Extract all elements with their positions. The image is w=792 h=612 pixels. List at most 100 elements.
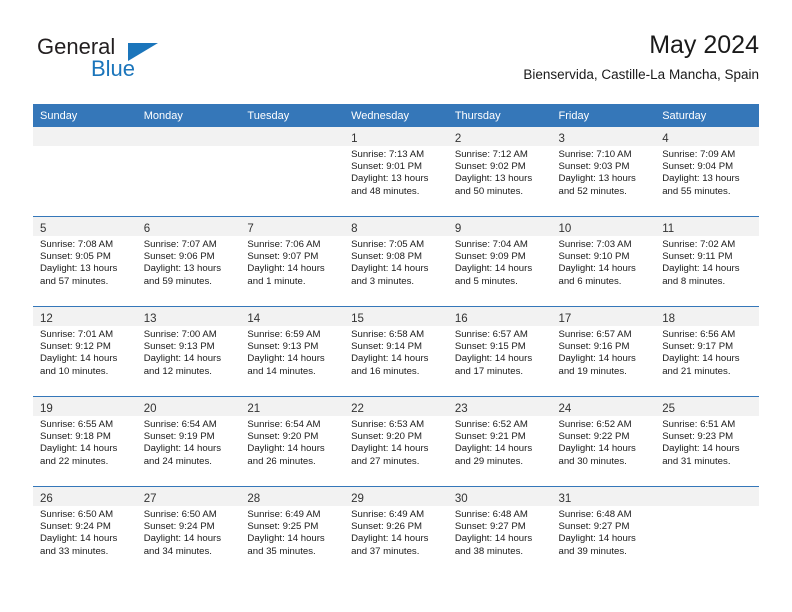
calendar-day-cell[interactable]: 9 Sunrise: 7:04 AM Sunset: 9:09 PM Daylight… <box>447 216 552 307</box>
calendar-day-cell[interactable]: 24 Sunrise: 6:52 AM Sunset: 9:22 PM Dayligh… <box>551 396 656 487</box>
calendar-day-cell[interactable]: 8 Sunrise: 7:05 AM Sunset: 9:08 PM Daylight… <box>344 216 448 307</box>
calendar-day-cell[interactable]: 20 Sunrise: 6:54 AM Sunset: 9:19 PM Dayligh… <box>136 396 241 487</box>
calendar-day-cell[interactable]: 1 Sunrise: 7:13 AM Sunset: 9:01 PM Daylight… <box>344 127 448 217</box>
day-cell-inner: 20 Sunrise: 6:54 AM Sunset: 9:19 PM Dayligh… <box>136 397 241 486</box>
calendar-day-cell[interactable]: 17 Sunrise: 6:57 AM Sunset: 9:16 PM Dayligh… <box>551 306 656 397</box>
calendar-day-cell[interactable]: 29 Sunrise: 6:49 AM Sunset: 9:26 PM Dayligh… <box>344 486 448 576</box>
day-cell-inner: 12 Sunrise: 7:01 AM Sunset: 9:12 PM Dayligh… <box>33 307 137 396</box>
daylight-text-line2: and 1 minute. <box>247 275 306 287</box>
calendar-week-row: 26 Sunrise: 6:50 AM Sunset: 9:24 PM Dayligh… <box>33 486 759 576</box>
daylight-text-line1: Daylight: 13 hours <box>558 173 636 185</box>
day-cell-inner: 3 Sunrise: 7:10 AM Sunset: 9:03 PM Daylight… <box>551 127 656 216</box>
daylight-text-line2: and 30 minutes. <box>558 455 627 467</box>
daylight-text-line1: Daylight: 14 hours <box>247 443 325 455</box>
day-cell-inner: 27 Sunrise: 6:50 AM Sunset: 9:24 PM Dayligh… <box>136 487 241 576</box>
calendar-day-cell[interactable]: 23 Sunrise: 6:52 AM Sunset: 9:21 PM Dayligh… <box>447 396 552 487</box>
day-number: 19 <box>40 403 53 415</box>
day-cell-inner <box>240 127 345 216</box>
sunset-text: Sunset: 9:07 PM <box>247 251 319 263</box>
day-number-band: 20 <box>136 397 241 416</box>
day-number-band: 16 <box>447 307 552 326</box>
calendar-day-cell[interactable]: 31 Sunrise: 6:48 AM Sunset: 9:27 PM Dayligh… <box>551 486 656 576</box>
sunrise-text: Sunrise: 7:09 AM <box>662 149 736 160</box>
sunset-text: Sunset: 9:09 PM <box>454 251 526 263</box>
daylight-text-line1: Daylight: 14 hours <box>40 353 118 365</box>
daylight-text-line1: Daylight: 14 hours <box>143 353 222 365</box>
day-number-band: 18 <box>655 307 759 326</box>
calendar-day-cell[interactable]: 2 Sunrise: 7:12 AM Sunset: 9:02 PM Daylight… <box>447 127 552 217</box>
generalblue-logo[interactable]: General Blue <box>33 34 253 90</box>
day-cell-inner: 16 Sunrise: 6:57 AM Sunset: 9:15 PM Dayligh… <box>447 307 552 396</box>
calendar-day-cell[interactable]: 6 Sunrise: 7:07 AM Sunset: 9:06 PM Daylight… <box>136 216 241 307</box>
sunrise-text: Sunrise: 6:55 AM <box>40 419 114 430</box>
sunrise-text: Sunrise: 6:49 AM <box>351 509 425 520</box>
day-number-band: 14 <box>240 307 345 326</box>
calendar-day-cell[interactable]: 28 Sunrise: 6:49 AM Sunset: 9:25 PM Dayligh… <box>240 486 345 576</box>
calendar-day-cell[interactable]: 16 Sunrise: 6:57 AM Sunset: 9:15 PM Dayligh… <box>447 306 552 397</box>
calendar-day-cell[interactable]: 25 Sunrise: 6:51 AM Sunset: 9:23 PM Dayligh… <box>655 396 759 487</box>
day-number: 20 <box>143 403 157 415</box>
daylight-text-line2: and 26 minutes. <box>247 455 316 467</box>
day-number-band: 24 <box>551 397 656 416</box>
sunrise-text: Sunrise: 6:50 AM <box>40 509 114 520</box>
daylight-text-line1: Daylight: 14 hours <box>454 263 533 275</box>
daylight-text-line2: and 17 minutes. <box>454 365 524 377</box>
calendar-day-cell[interactable]: 27 Sunrise: 6:50 AM Sunset: 9:24 PM Dayligh… <box>136 486 241 576</box>
daylight-text-line2: and 27 minutes. <box>351 455 420 467</box>
day-number-band: 5 <box>33 217 137 236</box>
calendar-day-cell[interactable]: 21 Sunrise: 6:54 AM Sunset: 9:20 PM Dayligh… <box>240 396 345 487</box>
calendar-day-cell <box>655 486 759 576</box>
day-number-band: 12 <box>33 307 137 326</box>
day-cell-inner: 6 Sunrise: 7:07 AM Sunset: 9:06 PM Daylight… <box>136 217 241 306</box>
calendar-day-cell[interactable]: 14 Sunrise: 6:59 AM Sunset: 9:13 PM Dayligh… <box>240 306 345 397</box>
sunset-text: Sunset: 9:11 PM <box>662 251 733 263</box>
calendar-day-cell[interactable]: 15 Sunrise: 6:58 AM Sunset: 9:14 PM Dayligh… <box>344 306 448 397</box>
day-number-band: 27 <box>136 487 241 506</box>
day-number-band: 13 <box>136 307 241 326</box>
day-details: Sunrise: 6:56 AM Sunset: 9:17 PM Daylight:… <box>655 326 759 378</box>
daylight-text-line1: Daylight: 14 hours <box>662 263 740 275</box>
sunset-text: Sunset: 9:27 PM <box>454 521 526 533</box>
day-cell-inner: 26 Sunrise: 6:50 AM Sunset: 9:24 PM Dayligh… <box>33 487 137 576</box>
calendar-day-cell[interactable]: 26 Sunrise: 6:50 AM Sunset: 9:24 PM Dayligh… <box>33 486 137 576</box>
sunset-text: Sunset: 9:10 PM <box>558 251 630 263</box>
sunrise-text: Sunrise: 6:57 AM <box>558 329 632 340</box>
day-number: 10 <box>558 223 572 235</box>
calendar-day-cell[interactable]: 5 Sunrise: 7:08 AM Sunset: 9:05 PM Daylight… <box>33 216 137 307</box>
calendar-day-cell[interactable]: 4 Sunrise: 7:09 AM Sunset: 9:04 PM Daylight… <box>655 127 759 217</box>
daylight-text-line1: Daylight: 14 hours <box>662 443 740 455</box>
sunset-text: Sunset: 9:12 PM <box>40 341 111 353</box>
sunrise-text: Sunrise: 7:04 AM <box>454 239 528 250</box>
day-number: 18 <box>662 313 676 325</box>
page-header: General Blue May 2024 Bienservida, Casti… <box>33 30 759 96</box>
calendar-week-row: 12 Sunrise: 7:01 AM Sunset: 9:12 PM Dayligh… <box>33 306 759 397</box>
calendar-day-cell[interactable]: 3 Sunrise: 7:10 AM Sunset: 9:03 PM Daylight… <box>551 127 656 217</box>
sunset-text: Sunset: 9:01 PM <box>351 161 423 173</box>
calendar-day-cell[interactable]: 19 Sunrise: 6:55 AM Sunset: 9:18 PM Dayligh… <box>33 396 137 487</box>
calendar-day-cell[interactable]: 11 Sunrise: 7:02 AM Sunset: 9:11 PM Dayligh… <box>655 216 759 307</box>
day-number: 24 <box>558 403 572 415</box>
daylight-text-line1: Daylight: 14 hours <box>351 263 429 275</box>
calendar-day-cell[interactable]: 22 Sunrise: 6:53 AM Sunset: 9:20 PM Dayligh… <box>344 396 448 487</box>
calendar-day-cell[interactable]: 10 Sunrise: 7:03 AM Sunset: 9:10 PM Dayligh… <box>551 216 656 307</box>
calendar-day-cell[interactable]: 7 Sunrise: 7:06 AM Sunset: 9:07 PM Daylight… <box>240 216 345 307</box>
sunrise-text: Sunrise: 7:10 AM <box>558 149 632 160</box>
sunrise-text: Sunrise: 6:50 AM <box>143 509 217 520</box>
weekday-header-friday: Friday <box>551 104 656 127</box>
calendar-day-cell[interactable]: 12 Sunrise: 7:01 AM Sunset: 9:12 PM Dayligh… <box>33 306 137 397</box>
day-details: Sunrise: 6:48 AM Sunset: 9:27 PM Daylight:… <box>552 506 656 558</box>
calendar-day-cell[interactable]: 18 Sunrise: 6:56 AM Sunset: 9:17 PM Dayligh… <box>655 306 759 397</box>
weekday-header-monday: Monday <box>136 104 241 127</box>
daylight-text-line2: and 22 minutes. <box>40 455 109 467</box>
calendar-day-cell <box>33 127 137 217</box>
daylight-text-line2: and 57 minutes. <box>40 275 109 287</box>
day-cell-inner: 24 Sunrise: 6:52 AM Sunset: 9:22 PM Dayligh… <box>551 397 656 486</box>
daylight-text-line2: and 12 minutes. <box>143 365 212 377</box>
daylight-text-line2: and 6 minutes. <box>558 275 622 287</box>
calendar-day-cell[interactable]: 30 Sunrise: 6:48 AM Sunset: 9:27 PM Dayligh… <box>447 486 552 576</box>
day-details: Sunrise: 6:58 AM Sunset: 9:14 PM Daylight:… <box>344 326 448 378</box>
calendar-week-row: 1 Sunrise: 7:13 AM Sunset: 9:01 PM Daylight… <box>33 127 759 217</box>
calendar-day-cell[interactable]: 13 Sunrise: 7:00 AM Sunset: 9:13 PM Dayligh… <box>136 306 241 397</box>
day-number-band <box>136 127 241 146</box>
day-number: 28 <box>247 493 261 505</box>
